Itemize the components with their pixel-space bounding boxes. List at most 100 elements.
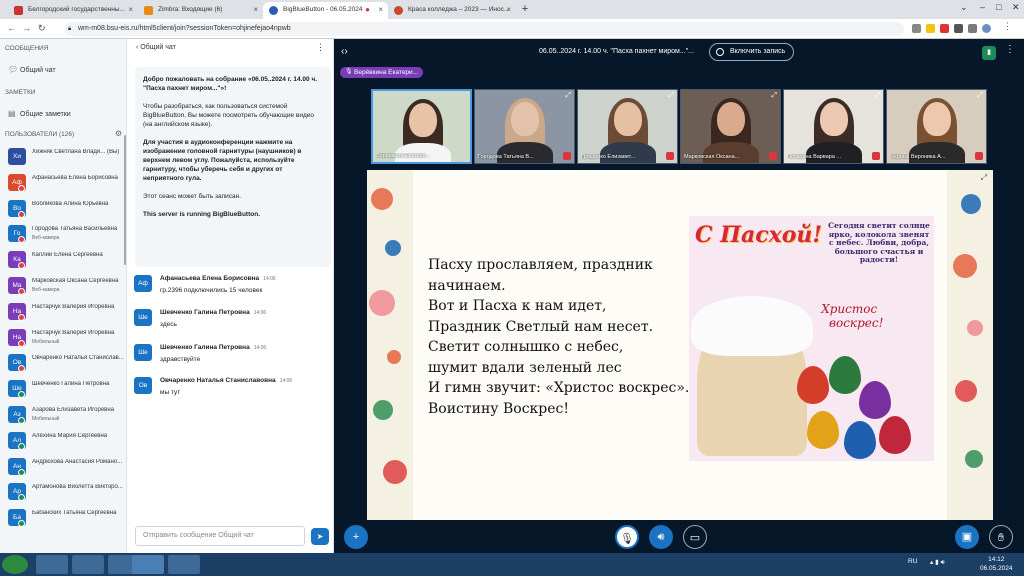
user-list-item[interactable]: Хи Хижняк Светлана Влади... (Вы) xyxy=(6,146,126,168)
extension-icon[interactable] xyxy=(940,24,949,33)
clock-date: 06.05.2024 xyxy=(980,565,1013,572)
actions-plus-button[interactable]: + xyxy=(344,525,368,549)
new-tab-button[interactable]: + xyxy=(518,3,532,17)
tab-zimbra[interactable]: Zimbra: Входящие (6) × xyxy=(138,2,263,19)
forward-icon[interactable]: → xyxy=(22,23,31,33)
expand-icon[interactable]: ⤢ xyxy=(874,92,880,100)
webcam-tile[interactable]: Верёвкина Екатери... xyxy=(371,89,472,164)
chat-title: Общий чат xyxy=(140,44,176,51)
webcam-tile[interactable]: Потапина Варвара ... ⤢ xyxy=(783,89,884,164)
minimize-icon[interactable]: – xyxy=(980,2,985,12)
screen-layout-button[interactable]: ▣ xyxy=(955,525,979,549)
chat-message-input[interactable]: Отправить сообщение Общий чат xyxy=(135,526,305,546)
raise-hand-button[interactable]: ✋︎ xyxy=(989,525,1013,549)
chrome-taskbar-icon[interactable] xyxy=(132,555,164,574)
webcam-button[interactable]: ▭ xyxy=(683,525,707,549)
poem-line: начинаем. xyxy=(428,277,506,294)
tab-krasa[interactable]: Краса колледжа – 2023 — Инос... × xyxy=(388,2,516,19)
gear-icon[interactable]: ⚙ xyxy=(115,129,122,138)
share-icon[interactable] xyxy=(912,24,921,33)
author-name: Овчаренко Наталья Станиславовна xyxy=(160,377,276,384)
chat-options-icon[interactable]: ⋮ xyxy=(316,42,325,53)
media-player-taskbar-icon[interactable] xyxy=(72,555,104,574)
recording-dot-icon: ● xyxy=(365,5,370,14)
tray-icons[interactable]: ▴ ▮ 🔊︎ xyxy=(930,558,945,567)
explorer-taskbar-icon[interactable] xyxy=(36,555,68,574)
chat-header[interactable]: ‹ Общий чат xyxy=(136,44,176,51)
egg-image xyxy=(797,366,829,404)
toggle-panel-icon[interactable]: ‹​› xyxy=(341,46,348,57)
user-status: Веб-камера xyxy=(32,287,60,293)
webcam-tile[interactable]: Грищенко Елизавет... ⤢ xyxy=(577,89,678,164)
public-chat-link[interactable]: 💬︎ Общий чат xyxy=(8,65,56,74)
expand-icon[interactable]: ⤢ xyxy=(977,92,983,100)
user-list-item[interactable]: Во Вобликова Алина Юрьевна xyxy=(6,198,126,220)
tab-bsu[interactable]: Белгородский государственны... × xyxy=(8,2,138,19)
tab-list-icon[interactable]: ⌄ xyxy=(960,2,968,13)
user-list-item[interactable]: Ов Овчаренко Наталья Станислав... xyxy=(6,352,126,374)
window-close-icon[interactable]: ✕ xyxy=(1012,2,1020,13)
user-list-item[interactable]: Ка Каплий Елена Сергеевна xyxy=(6,249,126,271)
participant-body-image xyxy=(703,142,759,163)
audio-status-icon xyxy=(18,417,25,424)
muted-mic-icon xyxy=(872,152,880,160)
puzzle-icon[interactable] xyxy=(954,24,963,33)
user-list-item[interactable]: Ан Андрюхова Анастасия Романо... xyxy=(6,456,126,478)
fullscreen-icon[interactable]: ⤢ xyxy=(981,173,987,183)
maximize-icon[interactable]: □ xyxy=(996,2,1001,12)
user-status: Веб-камера xyxy=(32,235,60,242)
profile-avatar[interactable] xyxy=(982,24,991,33)
close-icon[interactable]: × xyxy=(128,2,133,18)
mute-button[interactable]: 🎙︎ xyxy=(615,525,639,549)
record-icon xyxy=(716,48,724,56)
send-button[interactable]: ➤ xyxy=(311,528,329,545)
url-field[interactable]: 🔒︎ wm-m08.bsu-eis.ru/html5client/join?se… xyxy=(64,22,904,36)
record-button[interactable]: Включить запись xyxy=(709,43,795,61)
url-text: wm-m08.bsu-eis.ru/html5client/join?sessi… xyxy=(78,25,291,32)
user-list-item[interactable]: Го Городова Татьяна Васильевна Веб-камера xyxy=(6,223,126,245)
user-list-item[interactable]: Ше Шевченко Галина Петровна xyxy=(6,378,126,400)
user-list-item[interactable]: На Настарчук Валерия Игоревна Мобильный xyxy=(6,327,126,349)
browser-menu-icon[interactable]: ⋮ xyxy=(1003,21,1012,31)
participant-body-image xyxy=(600,142,656,163)
expand-icon[interactable]: ⤢ xyxy=(565,92,571,100)
audio-status-icon xyxy=(18,365,25,373)
user-list-item[interactable]: На Настарчук Валерия Игоревна xyxy=(6,301,126,323)
poem-line: Пасху прославляем, праздник xyxy=(428,257,653,273)
shared-notes-link[interactable]: ▤ Общие заметки xyxy=(8,109,71,118)
webcam-tile[interactable]: Черных Вероника А... ⤢ xyxy=(886,89,987,164)
message-time: 14:06 xyxy=(263,276,276,282)
close-icon[interactable]: × xyxy=(253,2,258,18)
meeting-title: 06.05..2024 г. 14.00 ч. "Пасха пахнет ми… xyxy=(539,48,695,55)
expand-icon[interactable]: ⤢ xyxy=(771,92,777,100)
options-menu-icon[interactable]: ⋮ xyxy=(1005,44,1015,55)
user-list-item[interactable]: Аф Афанасьева Елена Борисовна xyxy=(6,172,126,194)
sidepanel-icon[interactable] xyxy=(968,24,977,33)
bookmark-star-icon[interactable] xyxy=(926,24,935,33)
poem-text: Пасху прославляем, праздник начинаем. Во… xyxy=(428,255,689,419)
tab-bigbluebutton[interactable]: BigBlueButton - 06.05.2024 ● × xyxy=(263,2,388,19)
webcam-tile[interactable]: Марковская Оксана... ⤢ xyxy=(680,89,781,164)
close-icon[interactable]: × xyxy=(506,2,511,18)
webcam-tile[interactable]: Городова Татьяна В... ⤢ xyxy=(474,89,575,164)
user-list-item[interactable]: Ар Артамонова Виолетта Викторо... xyxy=(6,481,126,503)
connection-status-icon[interactable]: ▮ xyxy=(982,46,996,60)
author-name: Шевченко Галина Петровна xyxy=(160,309,250,316)
user-list-item[interactable]: Аз Азарова Елизавета Игоревна Мобильный xyxy=(6,404,126,426)
user-list-item[interactable]: Ма Марковская Оксана Сергеевна Веб-камера xyxy=(6,275,126,297)
shared-notes-label: Общие заметки xyxy=(20,111,71,118)
scrollbar[interactable] xyxy=(124,135,126,265)
language-indicator[interactable]: RU xyxy=(908,558,917,565)
close-icon[interactable]: × xyxy=(378,2,383,18)
reload-icon[interactable]: ↻ xyxy=(38,23,46,34)
poem-line: Праздник Светлый нам несет. xyxy=(428,318,654,335)
start-button[interactable] xyxy=(2,555,28,574)
audio-button[interactable]: 🔊︎ xyxy=(649,525,673,549)
user-list-item[interactable]: Ал Алёхина Мария Сергеевна xyxy=(6,430,126,452)
user-list-item[interactable]: Ба Бабанских Татьяна Сергеевна xyxy=(6,507,126,529)
word-taskbar-icon[interactable] xyxy=(168,555,200,574)
system-clock[interactable]: 14:12 06.05.2024 xyxy=(980,555,1013,573)
talking-indicator: 🎙︎ Верёвкина Екатери... xyxy=(340,67,424,78)
expand-icon[interactable]: ⤢ xyxy=(668,92,674,100)
back-icon[interactable]: ← xyxy=(7,23,16,33)
